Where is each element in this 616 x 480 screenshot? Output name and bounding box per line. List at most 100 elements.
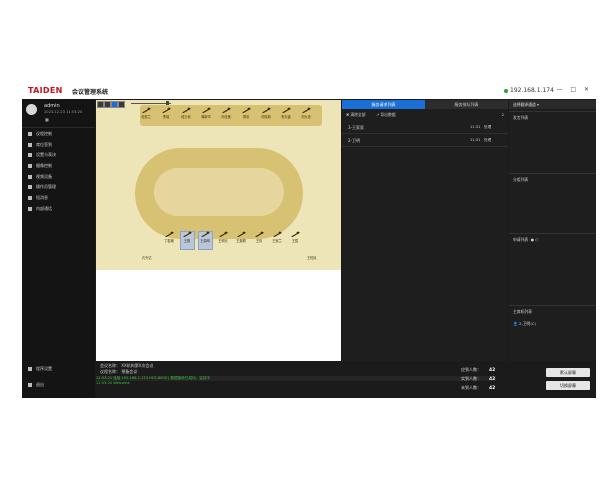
seat[interactable]: 王胜	[289, 231, 301, 243]
group-list: 分组列表	[509, 173, 596, 232]
sidebar-item-messages[interactable]: 短消息	[22, 193, 95, 204]
microphone-icon	[262, 107, 271, 113]
export-button[interactable]: ↗ 导出数据	[376, 112, 396, 118]
tab-service-queue[interactable]: 服务排队列表	[425, 100, 508, 109]
due-value: 42	[489, 368, 496, 373]
clear-all-button[interactable]: ✖ 清除全部	[346, 112, 366, 118]
microphone-icon	[142, 107, 151, 113]
sidebar-item-intercom[interactable]: 内部通话	[22, 204, 95, 215]
seat-label: 宋天鑫	[281, 115, 291, 119]
login-datetime: 2023-12-23 11:53:24	[44, 110, 83, 114]
microphone-icon	[162, 107, 171, 113]
person-icon	[201, 231, 210, 237]
sidebar-item-operators[interactable]: 操作员管理	[22, 182, 95, 193]
attendance-stats: 应到人数： 42 实到人数： 42 未到人数： 42	[461, 367, 495, 394]
microphone-icon	[302, 107, 311, 113]
operator-icon	[28, 185, 32, 190]
handle-button[interactable]: 处理	[484, 138, 491, 143]
present-count: 实到人数： 42	[461, 376, 495, 385]
user-panel: admin 2023-12-23 11:53:24 ■	[22, 99, 95, 128]
seat[interactable]: 何晓燕	[260, 107, 272, 119]
channel-select-value: 选择翻译通道	[513, 102, 536, 107]
default-screen-button[interactable]: 默认屏幕	[546, 368, 590, 377]
sidebar-item-signin[interactable]: 席位签到	[22, 140, 95, 151]
seat-label: 刘大忠	[301, 115, 311, 119]
agenda-label: 议程名称：	[100, 369, 120, 374]
seat-label: 王刚	[183, 239, 191, 243]
due-count: 应到人数： 42	[461, 367, 495, 376]
seat-label: 王胜	[291, 239, 299, 243]
export-label: 导出数据	[380, 112, 396, 117]
top-seat-row: 包惠兰 曹瑞 段万民 蒋新华 孙佳莲 周欢 何晓燕 宋天鑫 刘大忠	[140, 105, 322, 126]
seat-label: 包惠兰	[141, 115, 151, 119]
message-icon	[28, 196, 32, 201]
seat-label[interactable]: 王旺民	[307, 255, 317, 260]
list-item[interactable]: 3-王家家 11:31 处理	[342, 121, 508, 134]
sidebar-item-video[interactable]: 视频设备	[22, 172, 95, 183]
seat[interactable]: 孙佳莲	[220, 107, 232, 119]
vote-icon	[28, 153, 32, 158]
seat[interactable]: 刘大忠	[300, 107, 312, 119]
microphone-icon	[282, 107, 291, 113]
meeting-label: 会议名称：	[100, 363, 120, 368]
exit-button[interactable]: 退出	[22, 377, 95, 393]
seat-label: 王家兰	[272, 239, 282, 243]
list-item[interactable]: 👤 2-卫明(C)	[509, 318, 596, 330]
switch-screen-button[interactable]: 切换屏幕	[546, 381, 590, 390]
microphone-icon	[291, 231, 300, 237]
sidebar-item-camera[interactable]: 摄像控制	[22, 161, 95, 172]
seat[interactable]: 曹瑞	[160, 107, 172, 119]
seat[interactable]: 蒋新华	[200, 107, 212, 119]
tab-service-requests[interactable]: 服务请求列表	[342, 100, 425, 109]
group-list-title: 分组列表	[513, 177, 529, 182]
seat[interactable]: 包惠兰	[140, 107, 152, 119]
seat[interactable]: 丁若瑜	[163, 231, 175, 243]
due-label: 应到人数：	[461, 367, 481, 372]
seat[interactable]: 宋天鑫	[280, 107, 292, 119]
apply-toggle[interactable]: ● ○	[531, 237, 539, 242]
fit-icon[interactable]	[97, 101, 104, 108]
seat[interactable]: 王家兰	[271, 231, 283, 243]
list-item[interactable]: 2-卫明 11:31 处理	[342, 134, 508, 147]
seat[interactable]: 周欢	[240, 107, 252, 119]
seat[interactable]: 段万民	[180, 107, 192, 119]
ip-address: 192.168.1.174	[510, 87, 554, 94]
seat[interactable]: 王刚	[181, 231, 193, 243]
chairman-list: 主席机列表 👤 2-卫明(C)	[509, 305, 596, 362]
edit-icon[interactable]	[111, 101, 118, 108]
gear-icon	[28, 367, 32, 371]
exit-label: 退出	[36, 382, 44, 387]
title-bar: TAIDEN 会议管理系统 192.168.1.174 — □ ✕	[22, 84, 596, 99]
seat[interactable]: 王泰顺	[235, 231, 247, 243]
channel-select[interactable]: 选择翻译通道 ▾	[509, 100, 596, 109]
seat[interactable]: 王源明	[199, 231, 211, 243]
seat[interactable]: 王明元	[217, 231, 229, 243]
brand-logo: TAIDEN	[28, 86, 63, 95]
sidebar-item-label: 视频设备	[36, 173, 52, 179]
seat-label: 王源明	[200, 239, 210, 243]
sidebar-item-label: 议程控制	[36, 131, 52, 136]
sidebar-item-vote[interactable]: 设置与表决	[22, 150, 95, 161]
absent-label: 未到人数：	[461, 385, 481, 390]
seat-label: 王泰顺	[236, 239, 246, 243]
sidebar-item-label: 操作员管理	[36, 184, 56, 190]
speaker-panel: 服务请求列表 服务排队列表 ✖ 清除全部 ↗ 导出数据 2 3-王家家 11:3…	[342, 100, 508, 361]
window-controls[interactable]: — □ ✕	[556, 86, 592, 93]
settings-button[interactable]: 程序设置	[22, 361, 95, 377]
seat-label: 丁若瑜	[164, 239, 174, 243]
present-label: 实到人数：	[461, 376, 481, 381]
apply-list-title: 申请列表 ● ○	[509, 234, 596, 246]
lock-icon[interactable]: ■	[45, 117, 49, 122]
zoom-slider[interactable]	[131, 103, 171, 104]
sidebar-item-label: 摄像控制	[36, 163, 52, 169]
seat[interactable]: 王倩	[253, 231, 265, 243]
handle-button[interactable]: 处理	[484, 125, 491, 130]
speaking-list-title: 发言列表	[513, 115, 529, 120]
sidebar-item-agenda[interactable]: 议程控制	[22, 129, 95, 140]
zoom-icon[interactable]	[118, 101, 125, 108]
speaker-name: 2-卫明	[348, 138, 360, 143]
microphone-icon	[182, 107, 191, 113]
seat-layout-canvas[interactable]: 包惠兰 曹瑞 段万民 蒋新华 孙佳莲 周欢 何晓燕 宋天鑫 刘大忠 丁若瑜 王刚…	[96, 100, 341, 349]
seat-label[interactable]: 孔令达	[142, 255, 152, 260]
select-icon[interactable]	[104, 101, 111, 108]
